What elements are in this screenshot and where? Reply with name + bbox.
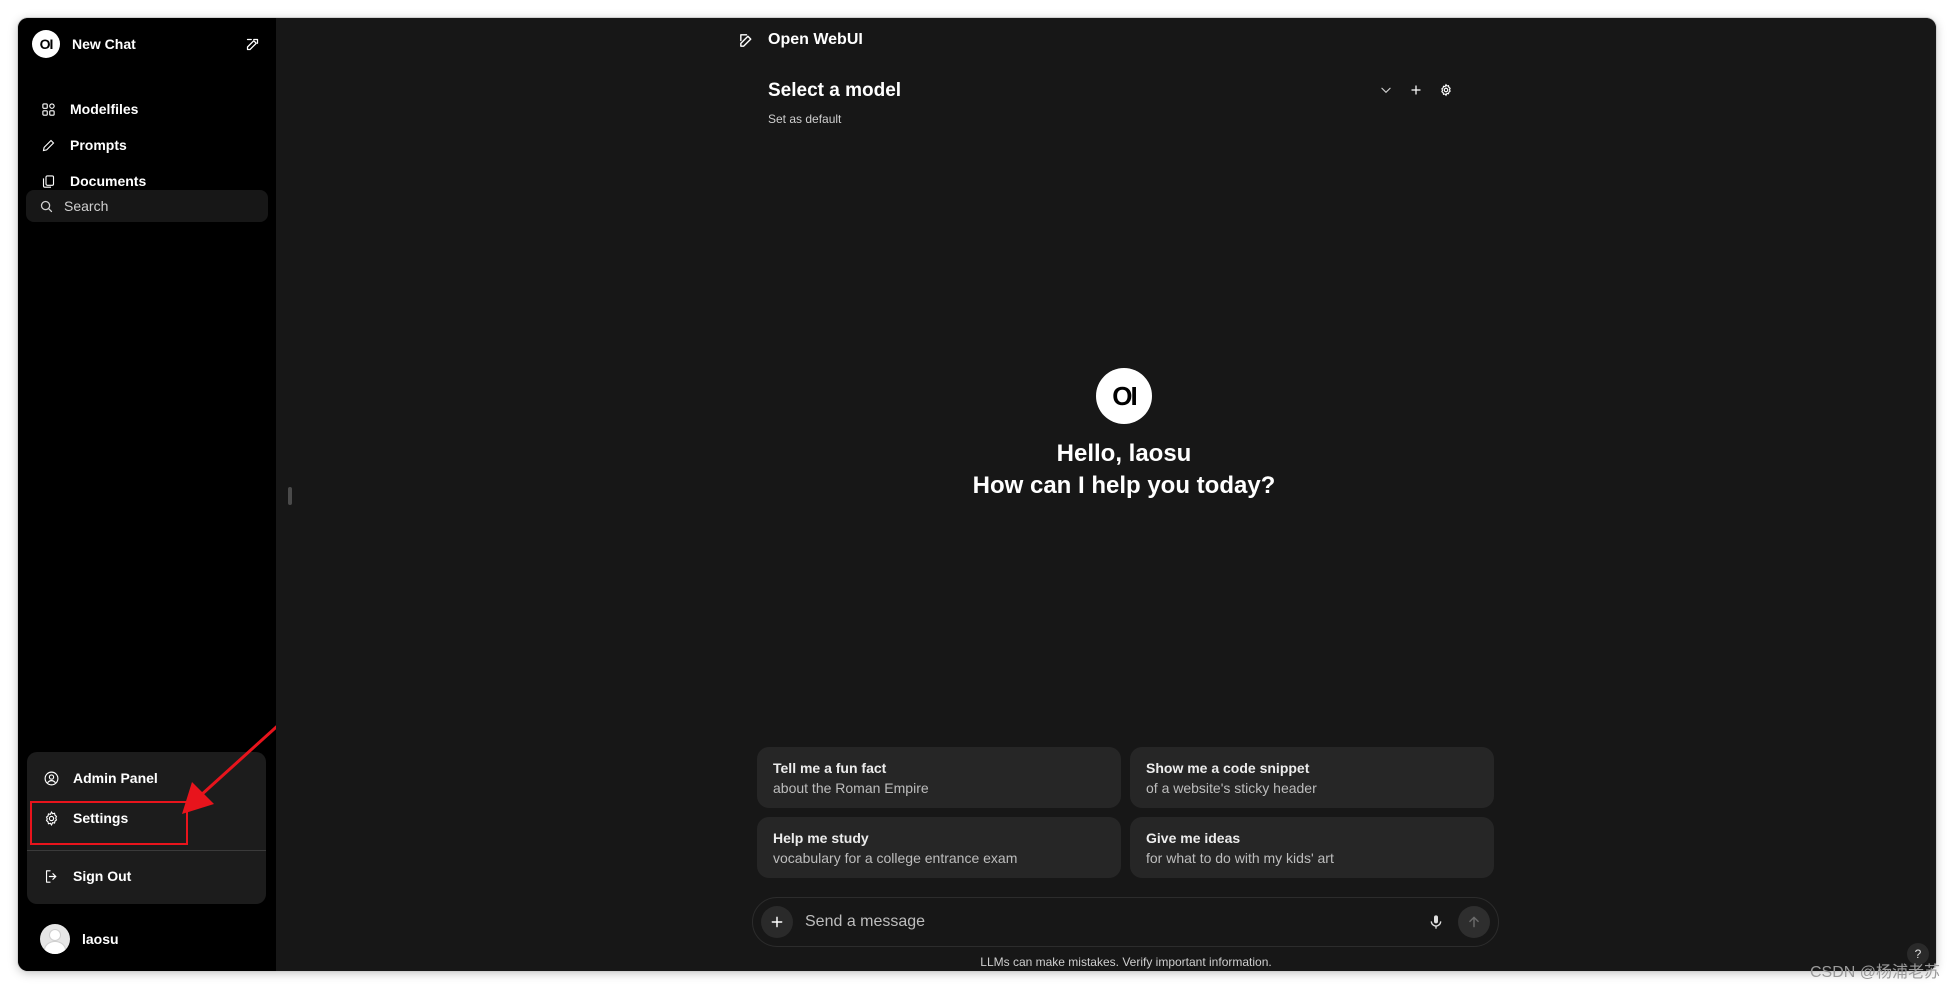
- edit-icon[interactable]: [242, 34, 262, 54]
- sidebar-item-modelfiles[interactable]: Modelfiles: [32, 94, 266, 124]
- sign-out-label: Sign Out: [73, 868, 132, 884]
- suggestion-title: Give me ideas: [1146, 830, 1241, 846]
- suggestion-subtitle: vocabulary for a college entrance exam: [773, 850, 1018, 866]
- gear-icon[interactable]: [1436, 80, 1456, 100]
- greeting: Hello, laosu How can I help you today?: [824, 438, 1424, 502]
- settings-button[interactable]: Settings: [33, 801, 260, 835]
- header: Open WebUI: [736, 30, 863, 50]
- sidebar-resize-handle[interactable]: [288, 487, 292, 505]
- suggestion-card[interactable]: Give me ideas for what to do with my kid…: [1130, 817, 1494, 878]
- send-button[interactable]: [1458, 906, 1490, 938]
- main-area: Open WebUI Select a model Set as default…: [276, 18, 1936, 971]
- microphone-icon[interactable]: [1422, 908, 1450, 936]
- plus-icon[interactable]: [1406, 80, 1426, 100]
- suggestion-card[interactable]: Tell me a fun fact about the Roman Empir…: [757, 747, 1121, 808]
- edit-icon[interactable]: [736, 30, 756, 50]
- arrow-up-icon: [1469, 916, 1479, 928]
- greeting-line-1: Hello, laosu: [1056, 440, 1192, 467]
- app-window: OI New Chat Modelfiles Prompts Documents: [18, 18, 1936, 971]
- suggestion-card[interactable]: Show me a code snippet of a website's st…: [1130, 747, 1494, 808]
- avatar: [40, 924, 70, 954]
- attach-button[interactable]: [761, 906, 793, 938]
- sign-out-icon: [41, 866, 61, 886]
- chevron-down-icon[interactable]: [1376, 80, 1396, 100]
- modelfiles-icon: [38, 99, 58, 119]
- message-composer: [752, 897, 1499, 947]
- suggestion-grid: Tell me a fun fact about the Roman Empir…: [757, 747, 1494, 878]
- suggestion-title: Tell me a fun fact: [773, 760, 887, 776]
- sign-out-button[interactable]: Sign Out: [33, 859, 260, 893]
- model-selector[interactable]: Select a model: [768, 80, 901, 102]
- suggestion-card[interactable]: Help me study vocabulary for a college e…: [757, 817, 1121, 878]
- pencil-icon: [38, 135, 58, 155]
- message-input[interactable]: [803, 912, 1422, 932]
- suggestion-subtitle: about the Roman Empire: [773, 780, 929, 796]
- user-name: laosu: [82, 931, 119, 947]
- suggestion-title: Show me a code snippet: [1146, 760, 1310, 776]
- sidebar-item-prompts[interactable]: Prompts: [32, 130, 266, 160]
- gear-icon: [41, 808, 61, 828]
- search-icon: [36, 196, 56, 216]
- user-profile-button[interactable]: laosu: [40, 923, 119, 955]
- admin-panel-button[interactable]: Admin Panel: [33, 761, 260, 795]
- model-actions: [1376, 80, 1456, 100]
- page-title: Open WebUI: [768, 31, 863, 48]
- sidebar-item-label: Modelfiles: [70, 101, 139, 117]
- search-placeholder: Search: [64, 198, 109, 214]
- app-logo: OI: [32, 30, 60, 58]
- plus-icon: [771, 916, 783, 928]
- new-chat-button[interactable]: OI New Chat: [28, 28, 266, 60]
- sidebar-item-label: Prompts: [70, 137, 127, 153]
- set-default-link[interactable]: Set as default: [768, 112, 841, 126]
- suggestion-subtitle: for what to do with my kids' art: [1146, 850, 1334, 866]
- new-chat-label: New Chat: [72, 36, 136, 52]
- sidebar-item-label: Documents: [70, 173, 147, 189]
- sidebar: OI New Chat Modelfiles Prompts Documents: [18, 18, 286, 971]
- search-input[interactable]: Search: [26, 190, 268, 222]
- account-menu: Admin Panel Settings Sign Out: [27, 752, 266, 904]
- suggestion-title: Help me study: [773, 830, 869, 846]
- admin-panel-label: Admin Panel: [73, 770, 158, 786]
- user-circle-icon: [41, 768, 61, 788]
- documents-icon: [38, 171, 58, 191]
- suggestion-subtitle: of a website's sticky header: [1146, 780, 1317, 796]
- disclaimer: LLMs can make mistakes. Verify important…: [980, 955, 1272, 969]
- center-logo: OI: [1096, 368, 1152, 424]
- watermark: CSDN @杨浦老苏: [1809, 964, 1940, 981]
- menu-divider: [27, 850, 266, 851]
- settings-label: Settings: [73, 810, 129, 826]
- greeting-line-2: How can I help you today?: [972, 472, 1276, 499]
